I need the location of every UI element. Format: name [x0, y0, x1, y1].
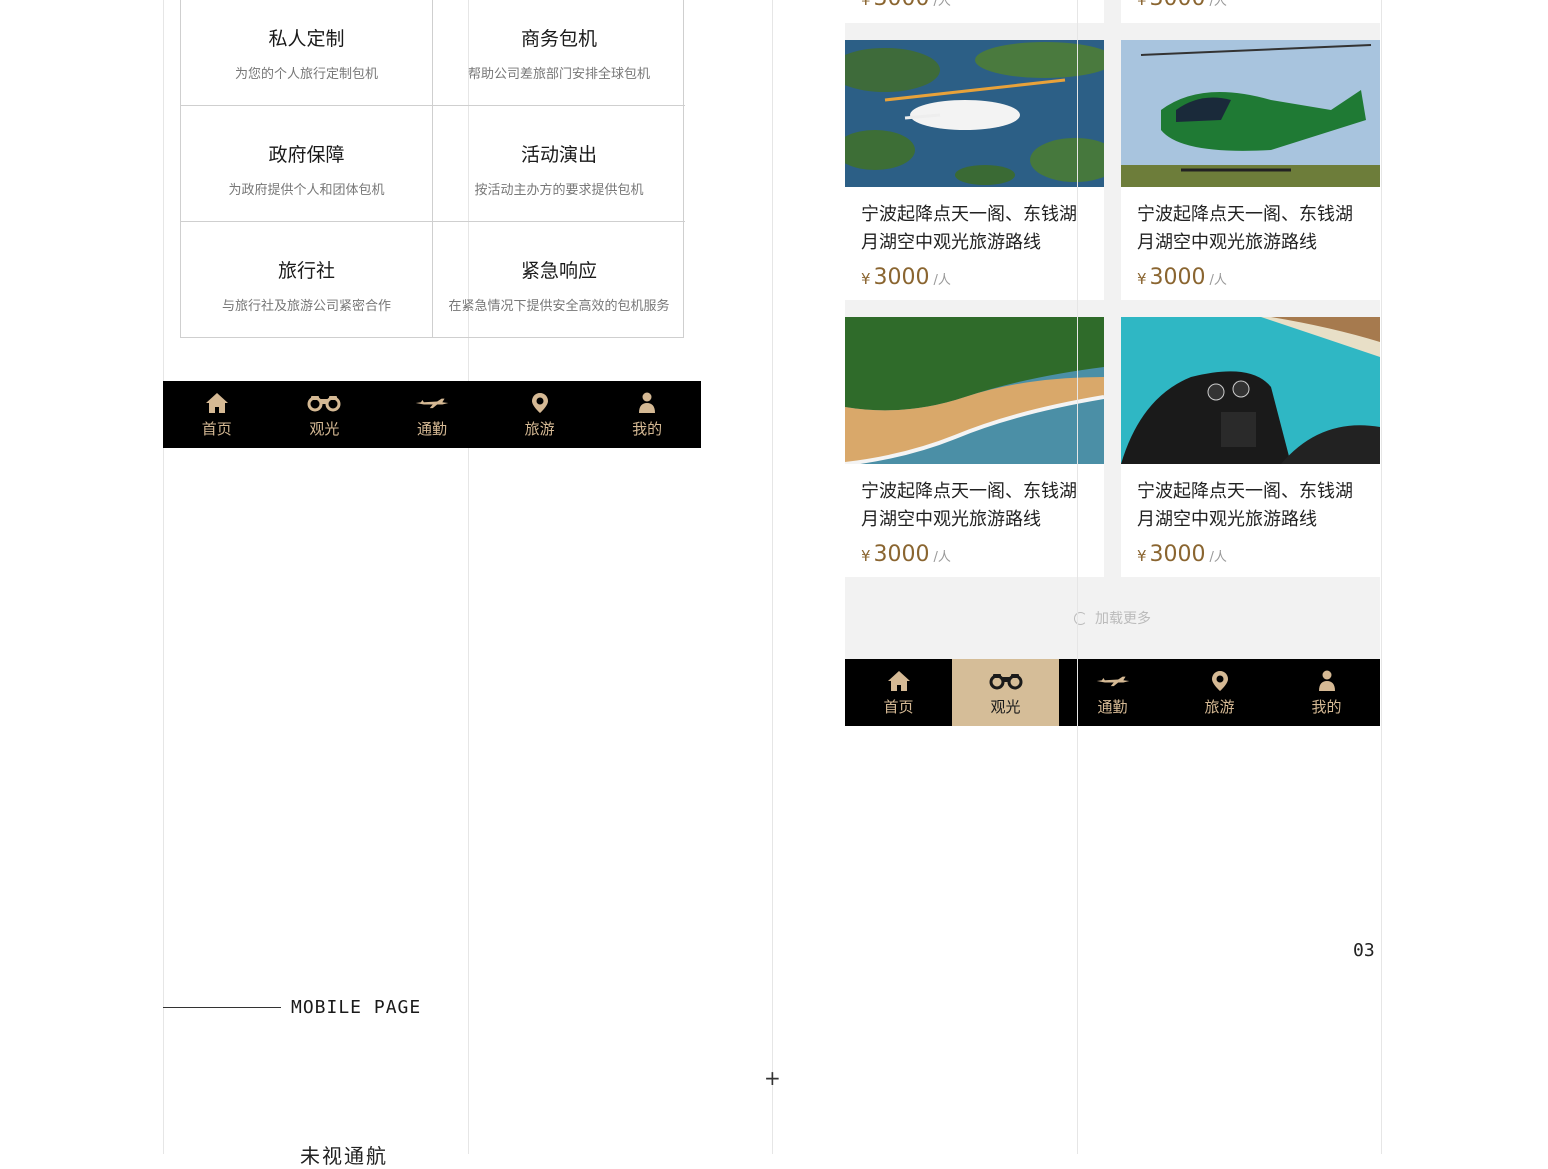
- nav-label: 旅游: [524, 419, 555, 438]
- card-title: 宁波起降点天一阁、东钱湖月湖空中观光旅游路线: [861, 204, 1077, 253]
- service-desc: 为政府提供个人和团体包机: [228, 182, 385, 198]
- card-price: ¥3000/人: [1137, 265, 1227, 290]
- service-business[interactable]: 商务包机 帮助公司差旅部门安排全球包机: [433, 0, 685, 106]
- card-partial[interactable]: ¥3000/人: [845, 0, 1104, 23]
- product-card[interactable]: 宁波起降点天一阁、东钱湖月湖空中观光旅游路线 ¥3000/人: [1121, 317, 1380, 577]
- load-more-button[interactable]: 加载更多: [845, 577, 1380, 659]
- user-icon: [1310, 669, 1344, 693]
- nav-label: 观光: [309, 419, 340, 438]
- card-title: 宁波起降点天一阁、东钱湖月湖空中观光旅游路线: [1137, 204, 1353, 253]
- nav-label: 观光: [990, 697, 1021, 716]
- section-heading: 未视通航: [300, 1144, 388, 1168]
- product-card[interactable]: 宁波起降点天一阁、东钱湖月湖空中观光旅游路线 ¥3000/人: [1121, 40, 1380, 300]
- service-travel-agency[interactable]: 旅行社 与旅行社及旅游公司紧密合作: [181, 222, 433, 338]
- service-government[interactable]: 政府保障 为政府提供个人和团体包机: [181, 106, 433, 222]
- load-more-label: 加载更多: [1095, 611, 1151, 627]
- mobile-page-label: MOBILE PAGE: [291, 997, 422, 1018]
- nav-item-home[interactable]: 首页: [163, 381, 271, 448]
- service-desc: 为您的个人旅行定制包机: [234, 66, 378, 82]
- binoculars-icon: [989, 669, 1023, 693]
- card-partial[interactable]: ¥3000/人: [1121, 0, 1380, 23]
- service-desc: 与旅行社及旅游公司紧密合作: [221, 299, 391, 314]
- product-card[interactable]: 宁波起降点天一阁、东钱湖月湖空中观光旅游路线 ¥3000/人: [845, 317, 1104, 577]
- service-title: 商务包机: [520, 27, 597, 50]
- nav-item-sightseeing[interactable]: 观光: [952, 659, 1059, 726]
- nav-label: 通勤: [1097, 697, 1128, 716]
- card-price: ¥3000/人: [861, 265, 951, 290]
- loading-icon: [1074, 611, 1087, 625]
- card-price: ¥3000/人: [1137, 542, 1227, 567]
- page-number: 03: [1353, 940, 1375, 961]
- location-pin-icon: [523, 391, 557, 415]
- service-events[interactable]: 活动演出 按活动主办方的要求提供包机: [433, 106, 685, 222]
- nav-label: 旅游: [1204, 697, 1235, 716]
- service-title: 政府保障: [268, 143, 345, 166]
- cockpit-beach-image: [1121, 317, 1380, 464]
- home-icon: [882, 669, 916, 693]
- nav-item-commute[interactable]: 通勤: [1059, 659, 1166, 726]
- nav-label: 首页: [883, 697, 914, 716]
- bottom-nav: 首页 观光 通勤 旅游 我的: [163, 381, 701, 448]
- service-desc: 按活动主办方的要求提供包机: [474, 182, 644, 198]
- helicopter-lake-image: [845, 40, 1104, 187]
- nav-item-mine[interactable]: 我的: [1273, 659, 1380, 726]
- tropical-beach-image: [845, 317, 1104, 464]
- services-grid: 私人定制 为您的个人旅行定制包机 商务包机 帮助公司差旅部门安排全球包机 政府保…: [180, 0, 685, 338]
- home-icon: [200, 391, 234, 415]
- airplane-icon: [1096, 669, 1130, 693]
- bottom-nav: 首页 观光 通勤 旅游 我的: [845, 659, 1380, 726]
- guide-line: [163, 0, 164, 1154]
- guide-line: [772, 0, 773, 1154]
- guide-line: [1077, 0, 1078, 1154]
- nav-item-mine[interactable]: 我的: [593, 381, 701, 448]
- card-price: ¥3000/人: [861, 542, 951, 567]
- nav-item-travel[interactable]: 旅游: [1166, 659, 1273, 726]
- service-title: 私人定制: [268, 27, 345, 50]
- card-title: 宁波起降点天一阁、东钱湖月湖空中观光旅游路线: [1137, 481, 1353, 530]
- location-pin-icon: [1203, 669, 1237, 693]
- airplane-icon: [415, 391, 449, 415]
- service-title: 紧急响应: [520, 260, 597, 282]
- plus-icon: +: [764, 1066, 781, 1090]
- binoculars-icon: [307, 391, 341, 415]
- user-icon: [630, 391, 664, 415]
- nav-label: 首页: [201, 419, 232, 438]
- service-private[interactable]: 私人定制 为您的个人旅行定制包机: [181, 0, 433, 106]
- nav-item-travel[interactable]: 旅游: [486, 381, 594, 448]
- card-price: ¥3000/人: [1137, 0, 1227, 11]
- service-title: 旅行社: [277, 260, 335, 282]
- service-desc: 在紧急情况下提供安全高效的包机服务: [448, 299, 670, 314]
- service-desc: 帮助公司差旅部门安排全球包机: [467, 66, 650, 82]
- nav-label: 通勤: [416, 419, 447, 438]
- nav-item-commute[interactable]: 通勤: [378, 381, 486, 448]
- nav-label: 我的: [632, 419, 663, 438]
- service-emergency[interactable]: 紧急响应 在紧急情况下提供安全高效的包机服务: [433, 222, 685, 338]
- nav-label: 我的: [1311, 697, 1342, 716]
- product-card[interactable]: 宁波起降点天一阁、东钱湖月湖空中观光旅游路线 ¥3000/人: [845, 40, 1104, 300]
- service-title: 活动演出: [520, 143, 597, 166]
- card-price: ¥3000/人: [861, 0, 951, 11]
- nav-item-sightseeing[interactable]: 观光: [271, 381, 379, 448]
- divider: [163, 1007, 281, 1008]
- card-title: 宁波起降点天一阁、东钱湖月湖空中观光旅游路线: [861, 481, 1077, 530]
- green-helicopter-image: [1121, 40, 1380, 187]
- guide-line: [1381, 0, 1382, 1154]
- nav-item-home[interactable]: 首页: [845, 659, 952, 726]
